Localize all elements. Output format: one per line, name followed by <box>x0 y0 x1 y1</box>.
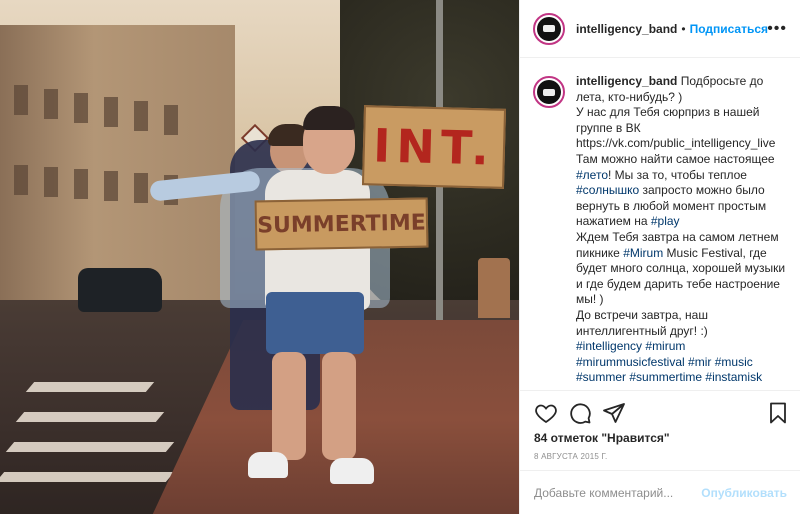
hashtag-link[interactable]: #лето <box>576 168 608 182</box>
hashtag-link[interactable]: #music <box>715 355 753 369</box>
header-username[interactable]: intelligency_band <box>576 22 677 36</box>
comments-area[interactable]: intelligency_band Подбросьте до лета, кт… <box>520 58 800 390</box>
hashtag-link[interactable]: #intelligency <box>576 339 642 353</box>
caption-avatar-image <box>537 80 561 104</box>
caption-text: Там можно найти самое настоящее <box>576 151 775 166</box>
caption-text: ! Мы за то, чтобы теплое <box>608 167 747 182</box>
share-icon[interactable] <box>602 401 626 425</box>
hashtag-link[interactable]: #солнышко <box>576 183 639 197</box>
post-side-panel: intelligency_band • Подписаться ••• inte… <box>519 0 800 514</box>
post-date[interactable]: 8 АВГУСТА 2015 Г. <box>534 452 607 461</box>
cardboard-sign-summertime-text: SUMMERTIME <box>256 210 427 238</box>
photo-person-front-shorts <box>266 292 364 354</box>
photo-car <box>78 268 162 312</box>
hashtag-link[interactable]: #summertime <box>629 370 702 384</box>
avatar[interactable] <box>533 12 565 45</box>
photo-shoe-left <box>248 452 288 478</box>
post-caption: intelligency_band Подбросьте до лета, кт… <box>576 74 788 390</box>
comment-icon[interactable] <box>568 401 592 425</box>
caption-text: До встречи завтра, наш интеллигентный др… <box>576 307 708 338</box>
ellipsis-icon[interactable]: ••• <box>767 20 787 38</box>
photo-shoe-right <box>330 458 374 484</box>
cardboard-sign-summertime: SUMMERTIME <box>254 197 429 251</box>
hashtag-link[interactable]: #mir <box>688 355 711 369</box>
photo-person-front-hair <box>303 106 355 130</box>
post-header: intelligency_band • Подписаться ••• <box>520 0 800 58</box>
header-separator: • <box>681 21 686 36</box>
comment-input[interactable]: Добавьте комментарий... <box>534 486 701 500</box>
post-comment-button[interactable]: Опубликовать <box>701 486 787 500</box>
hashtag-link[interactable]: #instamisk <box>705 370 762 384</box>
photo-building <box>0 25 235 305</box>
hashtag-link[interactable]: #mirum <box>645 339 685 353</box>
caption-text: https://vk.com/public_intelligency_live <box>576 136 776 151</box>
caption-avatar[interactable] <box>533 76 565 108</box>
caption-username[interactable]: intelligency_band <box>576 74 677 88</box>
hashtag-link[interactable]: #play <box>651 214 680 228</box>
bookmark-icon[interactable] <box>766 401 790 425</box>
likes-count[interactable]: 84 отметок "Нравится" <box>534 431 670 445</box>
add-comment-bar: Добавьте комментарий... Опубликовать <box>520 470 800 514</box>
post-actions <box>520 390 800 430</box>
hashtag-link[interactable]: #Mirum <box>623 246 663 260</box>
cardboard-sign-int-text: INT. <box>372 118 496 176</box>
photo-leg-right <box>322 352 356 460</box>
heart-icon[interactable] <box>534 401 558 425</box>
avatar-image <box>537 16 561 41</box>
caption-text: У нас для Тебя сюрприз в нашей группе в … <box>576 105 760 135</box>
hashtag-link[interactable]: #summer <box>576 370 626 384</box>
photo-lamp-post <box>478 258 510 318</box>
caption-body: Подбросьте до лета, кто-нибудь? ) У нас д… <box>576 74 785 384</box>
post-photo[interactable]: INT. SUMMERTIME <box>0 0 519 514</box>
photo-leg-left <box>272 352 306 460</box>
hashtag-link[interactable]: #mirummusicfestival <box>576 355 685 369</box>
follow-button[interactable]: Подписаться <box>690 22 768 36</box>
cardboard-sign-int: INT. <box>361 105 507 189</box>
